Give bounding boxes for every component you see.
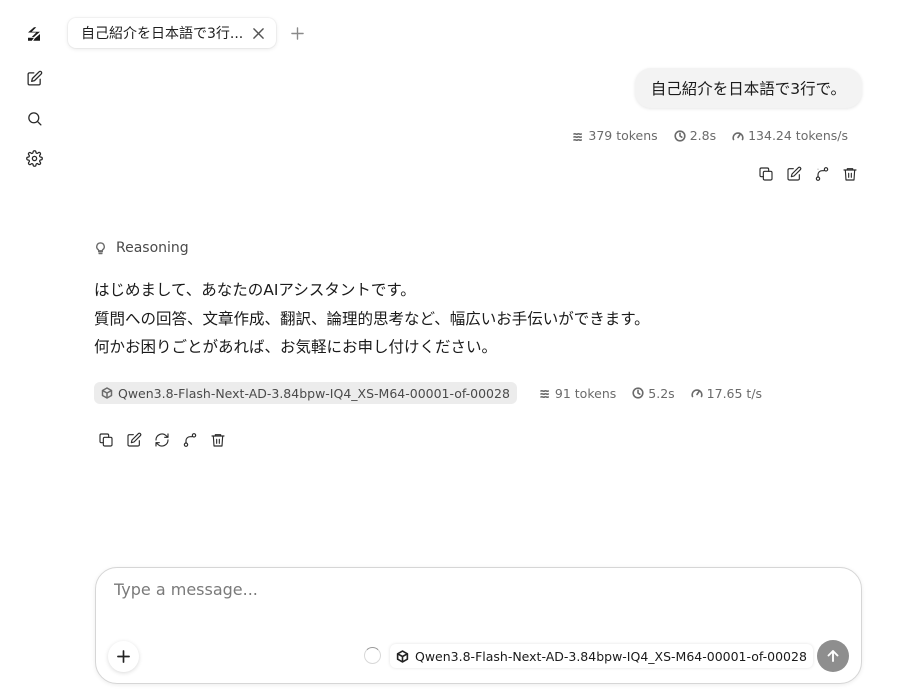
send-button[interactable] — [817, 640, 849, 672]
new-chat-icon[interactable] — [22, 66, 46, 90]
user-message-actions — [756, 164, 860, 184]
assistant-message-actions — [96, 430, 228, 450]
speed: 134.24 tokens/s — [732, 128, 848, 143]
message-composer: Qwen3.8-Flash-Next-AD-3.84bpw-IQ4_XS-M64… — [95, 567, 862, 684]
model-selector[interactable]: Qwen3.8-Flash-Next-AD-3.84bpw-IQ4_XS-M64… — [390, 644, 813, 668]
cube-icon — [101, 387, 113, 399]
duration: 2.8s — [674, 128, 716, 143]
trash-icon[interactable] — [840, 164, 860, 184]
duration: 5.2s — [632, 386, 675, 401]
edit-icon[interactable] — [784, 164, 804, 184]
copy-icon[interactable] — [756, 164, 776, 184]
assistant-message: はじめまして、あなたのAIアシスタントです。 質問への回答、文章作成、翻訳、論理… — [94, 276, 794, 362]
assistant-message-stats: Qwen3.8-Flash-Next-AD-3.84bpw-IQ4_XS-M64… — [94, 382, 762, 404]
speed: 17.65 t/s — [691, 386, 762, 401]
answer-line: 質問への回答、文章作成、翻訳、論理的思考など、幅広いお手伝いができます。 — [94, 309, 650, 328]
chat-tab[interactable]: 自己紹介を日本語で3行... — [68, 18, 276, 48]
branch-icon[interactable] — [180, 430, 200, 450]
chat-tab-title: 自己紹介を日本語で3行... — [81, 26, 244, 42]
token-count: 91 tokens — [539, 386, 616, 401]
plus-icon[interactable] — [108, 641, 139, 672]
regenerate-icon[interactable] — [152, 430, 172, 450]
app-logo-icon[interactable] — [22, 22, 46, 46]
clock-icon — [632, 387, 644, 399]
branch-icon[interactable] — [812, 164, 832, 184]
edit-icon[interactable] — [124, 430, 144, 450]
user-message-bubble: 自己紹介を日本語で3行で。 — [634, 68, 862, 108]
cube-icon — [396, 649, 409, 663]
copy-icon[interactable] — [96, 430, 116, 450]
lightbulb-icon — [96, 241, 105, 254]
plus-icon[interactable] — [288, 24, 306, 42]
left-rail — [0, 0, 68, 700]
clock-icon — [674, 129, 686, 142]
close-icon[interactable] — [250, 25, 266, 41]
user-message-stats: 379 tokens 2.8s 134.24 tokens/s — [572, 128, 848, 143]
tokens-icon — [573, 132, 583, 141]
trash-icon[interactable] — [208, 430, 228, 450]
arrow-up-icon — [827, 650, 839, 662]
gauge-icon — [691, 389, 703, 398]
token-count: 379 tokens — [572, 128, 658, 143]
search-icon[interactable] — [22, 106, 46, 130]
tokens-icon — [540, 389, 549, 399]
loading-spinner-icon — [364, 647, 381, 664]
gauge-icon — [732, 131, 744, 140]
model-badge: Qwen3.8-Flash-Next-AD-3.84bpw-IQ4_XS-M64… — [94, 382, 517, 404]
message-input[interactable] — [114, 580, 834, 599]
reasoning-toggle[interactable]: Reasoning — [94, 240, 189, 256]
answer-line: 何かお困りごとがあれば、お気軽にお申し付けください。 — [94, 338, 498, 356]
answer-line: はじめまして、あなたのAIアシスタントです。 — [94, 281, 416, 299]
gear-icon[interactable] — [22, 146, 46, 170]
reasoning-label: Reasoning — [116, 240, 189, 256]
